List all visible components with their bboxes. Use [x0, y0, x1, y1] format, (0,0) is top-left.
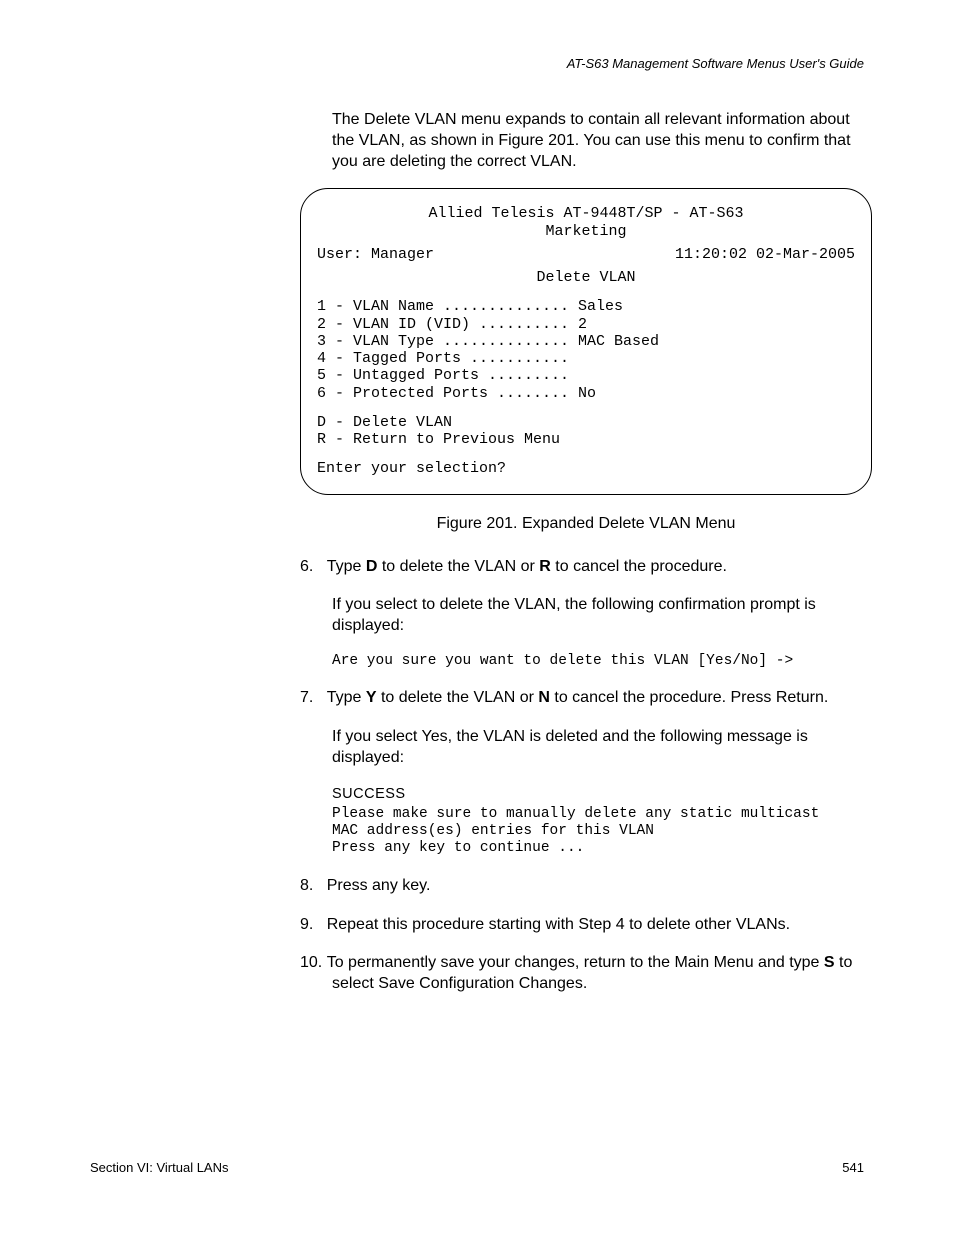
figure-caption: Figure 201. Expanded Delete VLAN Menu	[300, 515, 872, 533]
step-success: SUCCESS	[332, 785, 872, 804]
terminal-action-r: R - Return to Previous Menu	[317, 431, 855, 448]
terminal-prompt: Enter your selection?	[317, 460, 855, 477]
terminal-item-1: 1 - VLAN Name .............. Sales	[317, 298, 855, 315]
terminal-action-d: D - Delete VLAN	[317, 414, 855, 431]
terminal-item-2: 2 - VLAN ID (VID) .......... 2	[317, 316, 855, 333]
step-number: 7.	[300, 689, 313, 706]
step-text: Type	[327, 558, 366, 575]
terminal-user-row: User: Manager 11:20:02 02-Mar-2005	[317, 246, 855, 263]
terminal-user: User: Manager	[317, 246, 434, 263]
step-text: to cancel the procedure. Press Return.	[550, 689, 828, 706]
step-code: Are you sure you want to delete this VLA…	[332, 653, 872, 670]
terminal-timestamp: 11:20:02 02-Mar-2005	[675, 246, 855, 263]
terminal-window: Allied Telesis AT-9448T/SP - AT-S63 Mark…	[300, 188, 872, 494]
footer-page-number: 541	[842, 1160, 864, 1175]
step-8: 8. Press any key.	[300, 876, 872, 897]
step-text: Repeat this procedure starting with Step…	[327, 916, 790, 933]
step-sub: If you select to delete the VLAN, the fo…	[332, 595, 872, 637]
terminal-title-line2: Marketing	[317, 223, 855, 240]
content-area: The Delete VLAN menu expands to contain …	[300, 110, 872, 1013]
header-guide-title: AT-S63 Management Software Menus User's …	[567, 56, 864, 71]
step-number: 6.	[300, 558, 313, 575]
step-text: to delete the VLAN or	[377, 689, 539, 706]
step-text: to cancel the procedure.	[551, 558, 727, 575]
steps-list: 6. Type D to delete the VLAN or R to can…	[300, 557, 872, 995]
step-text: Type	[327, 689, 366, 706]
step-6: 6. Type D to delete the VLAN or R to can…	[300, 557, 872, 671]
terminal-title-line1: Allied Telesis AT-9448T/SP - AT-S63	[317, 205, 855, 222]
step-number: 10.	[300, 954, 322, 971]
step-number: 8.	[300, 877, 313, 894]
step-text: Press any key.	[327, 877, 431, 894]
step-key-s: S	[824, 954, 835, 971]
step-10: 10. To permanently save your changes, re…	[300, 953, 872, 995]
intro-paragraph: The Delete VLAN menu expands to contain …	[332, 110, 872, 172]
step-key-y: Y	[366, 689, 377, 706]
step-9: 9. Repeat this procedure starting with S…	[300, 915, 872, 936]
footer-section: Section VI: Virtual LANs	[90, 1160, 229, 1175]
step-key-n: N	[538, 689, 550, 706]
step-sub: If you select Yes, the VLAN is deleted a…	[332, 727, 872, 769]
footer: Section VI: Virtual LANs 541	[90, 1160, 864, 1175]
terminal-item-3: 3 - VLAN Type .............. MAC Based	[317, 333, 855, 350]
page: AT-S63 Management Software Menus User's …	[0, 0, 954, 1235]
terminal-menu-title: Delete VLAN	[317, 269, 855, 286]
step-number: 9.	[300, 916, 313, 933]
step-key-d: D	[366, 558, 378, 575]
terminal-item-6: 6 - Protected Ports ........ No	[317, 385, 855, 402]
step-key-r: R	[539, 558, 551, 575]
terminal-item-5: 5 - Untagged Ports .........	[317, 367, 855, 384]
step-7: 7. Type Y to delete the VLAN or N to can…	[300, 688, 872, 857]
step-code: Please make sure to manually delete any …	[332, 806, 872, 858]
step-text: to delete the VLAN or	[377, 558, 539, 575]
step-text: To permanently save your changes, return…	[327, 954, 824, 971]
terminal-item-4: 4 - Tagged Ports ...........	[317, 350, 855, 367]
